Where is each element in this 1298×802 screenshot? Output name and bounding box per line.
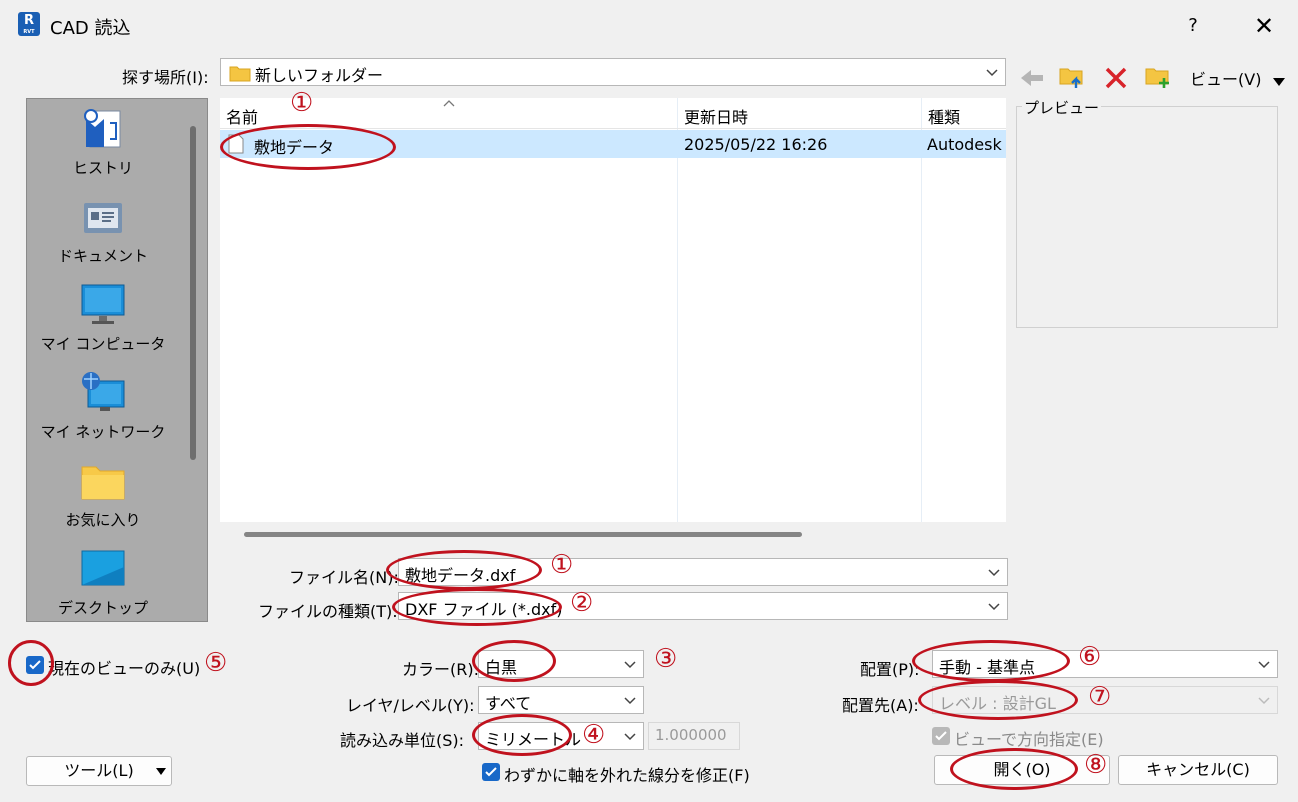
annotation-number: ③ (654, 644, 678, 674)
annotation-oval (386, 550, 542, 590)
correct-lines-label: わずかに軸を外れた線分を修正(F) (504, 766, 750, 785)
places-scrollbar[interactable] (190, 126, 196, 460)
place-favorites[interactable]: お気に入り (27, 459, 179, 530)
place-label: デスクトップ (57, 599, 148, 617)
annotation-oval (472, 714, 572, 756)
chevron-down-icon (988, 569, 1000, 577)
annotation-number: ② (570, 588, 594, 618)
annotation-number: ⑦ (1088, 682, 1112, 712)
correct-lines-checkbox[interactable] (482, 763, 500, 781)
annotation-number: ④ (582, 720, 606, 750)
chevron-down-icon (624, 697, 636, 705)
chevron-down-icon (988, 603, 1000, 611)
place-label: マイ ネットワーク (40, 423, 166, 441)
annotation-oval (950, 748, 1078, 790)
column-header-modified[interactable]: 更新日時 (684, 104, 748, 128)
annotation-oval (918, 680, 1078, 720)
view-dropdown-icon[interactable] (1272, 72, 1286, 91)
preview-panel (1016, 106, 1278, 328)
filename-label: ファイル名(N): (289, 568, 399, 587)
annotation-number: ① (290, 88, 314, 118)
folder-icon (229, 64, 251, 86)
place-documents[interactable]: ドキュメント (27, 195, 179, 266)
annotation-oval (8, 640, 54, 686)
place-label: ドキュメント (57, 247, 148, 265)
annotation-number: ⑤ (204, 648, 228, 678)
computer-icon (81, 284, 125, 324)
chevron-down-icon (986, 69, 998, 77)
file-list-scrollbar[interactable] (244, 532, 802, 537)
annotation-number: ① (550, 550, 574, 580)
dropdown-arrow-icon (156, 768, 166, 775)
place-desktop[interactable]: デスクトップ (27, 547, 179, 618)
cancel-button[interactable]: キャンセル(C) (1118, 755, 1278, 785)
window-title: CAD 読込 (50, 18, 131, 39)
tools-button[interactable]: ツール(L) (26, 756, 172, 786)
orient-to-view-label: ビューで方向指定(E) (954, 730, 1104, 749)
close-button[interactable]: ✕ (1246, 10, 1282, 42)
network-icon (82, 372, 125, 411)
history-icon (84, 109, 121, 148)
place-my-network[interactable]: マイ ネットワーク (27, 371, 179, 442)
check-icon (485, 767, 497, 777)
revit-app-icon: R RVT (18, 12, 40, 36)
up-folder-icon[interactable] (1058, 64, 1086, 94)
annotation-oval (220, 124, 396, 170)
place-history[interactable]: ヒストリ (27, 107, 179, 178)
chevron-down-icon (624, 661, 636, 669)
place-my-computer[interactable]: マイ コンピュータ (27, 283, 179, 354)
new-folder-icon[interactable] (1144, 64, 1172, 94)
annotation-oval (392, 588, 562, 626)
annotation-number: ⑥ (1078, 642, 1102, 672)
orient-to-view-checkbox[interactable] (932, 727, 950, 745)
filetype-label: ファイルの種類(T): (258, 602, 398, 621)
documents-icon (84, 203, 122, 233)
layer-label: レイヤ/レベル(Y): (346, 696, 475, 715)
annotation-number: ⑧ (1084, 750, 1108, 780)
current-view-only-label: 現在のビューのみ(U) (48, 659, 201, 678)
file-modified-cell: 2025/05/22 16:26 (684, 135, 828, 154)
place-at-label: 配置先(A): (842, 696, 919, 715)
units-label: 読み込み単位(S): (340, 731, 465, 750)
units-factor-value: 1.000000 (655, 726, 727, 744)
look-in-combo[interactable]: 新しいフォルダー (220, 58, 1006, 86)
chevron-down-icon (1258, 697, 1270, 705)
title-bar (0, 0, 1298, 52)
chevron-down-icon (1258, 661, 1270, 669)
color-label: カラー(R): (402, 660, 479, 679)
place-label: ヒストリ (72, 159, 133, 177)
layer-value: すべて (485, 694, 532, 713)
view-menu-button[interactable]: ビュー(V) (1190, 66, 1261, 90)
layer-select[interactable]: すべて (478, 686, 644, 714)
annotation-oval (912, 640, 1070, 682)
preview-label: プレビュー (1022, 97, 1102, 118)
look-in-value: 新しいフォルダー (255, 66, 384, 85)
tools-label: ツール(L) (64, 761, 134, 780)
sort-up-icon (443, 100, 455, 107)
back-icon[interactable] (1019, 68, 1045, 92)
delete-icon[interactable] (1104, 66, 1128, 94)
file-type-cell: Autodesk (927, 135, 1002, 154)
places-bar: ヒストリ ドキュメント マイ コンピュータ マイ ネットワーク お気に入り デス… (26, 98, 208, 622)
column-header-name[interactable]: 名前 (226, 104, 258, 128)
check-icon (935, 731, 947, 741)
place-label: お気に入り (65, 511, 141, 529)
column-header-type[interactable]: 種類 (928, 104, 960, 128)
units-factor-input[interactable]: 1.000000 (648, 722, 740, 750)
desktop-icon (81, 550, 125, 586)
place-label: マイ コンピュータ (40, 335, 166, 353)
positioning-label: 配置(P): (860, 660, 920, 679)
chevron-down-icon (624, 733, 636, 741)
annotation-oval (472, 640, 556, 682)
favorites-folder-icon (81, 466, 125, 500)
look-in-label: 探す場所(I): (122, 68, 209, 87)
help-button[interactable]: ? (1180, 12, 1206, 40)
